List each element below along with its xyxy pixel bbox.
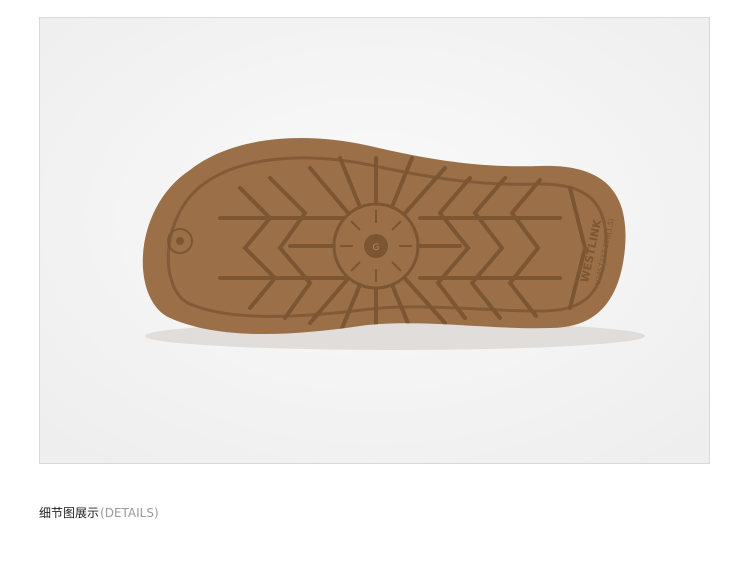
caption-chinese: 细节图展示 — [39, 506, 100, 520]
detail-caption: 细节图展示(DETAILS) — [39, 504, 159, 521]
product-detail-image: G WESTLINK V2457337 220(1.5) — [39, 17, 710, 464]
caption-english: (DETAILS) — [100, 506, 159, 520]
shoe-sole-illustration: G WESTLINK V2457337 220(1.5) — [40, 18, 709, 463]
svg-text:G: G — [373, 243, 380, 253]
